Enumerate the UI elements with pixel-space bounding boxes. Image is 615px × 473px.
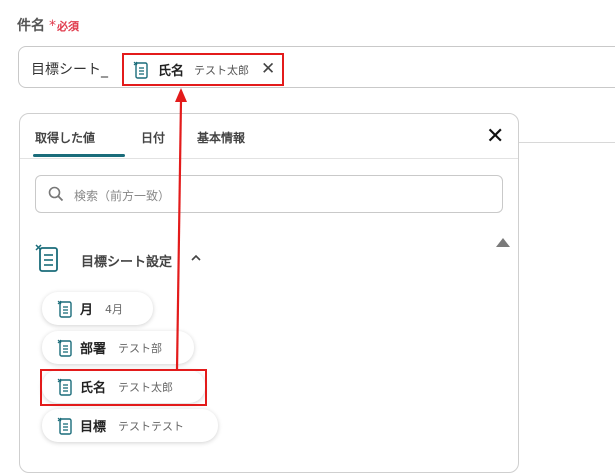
tab-date[interactable]: 日付 [141, 129, 165, 146]
document-icon [56, 338, 74, 358]
tab-basic-info[interactable]: 基本情報 [197, 129, 245, 146]
highlight-box [40, 369, 207, 406]
list-item[interactable]: 目標 テストテスト [42, 409, 218, 442]
item-value: 4月 [105, 302, 124, 316]
background-divider [519, 142, 615, 143]
list-item[interactable]: 月 4月 [42, 292, 153, 325]
item-name: 月 [80, 303, 94, 318]
inserted-value-chip[interactable]: 氏名 テスト太郎 ✕ [122, 53, 284, 86]
document-icon [132, 60, 150, 80]
item-value: テストテスト [118, 419, 185, 433]
search-input[interactable]: 検索（前方一致） [35, 175, 503, 213]
list-item[interactable]: 部署 テスト部 [42, 331, 194, 364]
chip-remove-icon[interactable]: ✕ [261, 61, 275, 78]
chip-name: 氏名 [158, 64, 185, 79]
subject-input-text: 目標シート_ [31, 62, 108, 78]
document-icon [56, 299, 74, 319]
spreadsheet-group-icon [35, 244, 58, 272]
chip-value: テスト太郎 [194, 63, 250, 77]
chevron-up-icon[interactable] [189, 251, 203, 265]
item-value: テスト部 [118, 341, 163, 355]
tab-acquired-values[interactable]: 取得した値 [35, 129, 95, 146]
item-name: 部署 [80, 342, 107, 357]
document-icon [56, 416, 74, 436]
required-asterisk: * [49, 18, 56, 34]
group-title[interactable]: 目標シート設定 [81, 251, 172, 270]
field-label-text: 件名 [17, 18, 45, 34]
scroll-up-arrow[interactable] [496, 238, 510, 247]
active-tab-indicator [33, 154, 125, 157]
search-placeholder: 検索（前方一致） [74, 189, 171, 203]
subject-field-label: 件名 *必須 [17, 15, 79, 35]
required-text: 必須 [57, 20, 79, 33]
tab-bar: 取得した値 日付 基本情報 ✕ [20, 114, 518, 159]
subject-input[interactable]: 目標シート_ [18, 46, 615, 88]
item-name: 目標 [80, 420, 107, 435]
search-icon [48, 186, 64, 202]
close-icon[interactable]: ✕ [486, 126, 504, 148]
